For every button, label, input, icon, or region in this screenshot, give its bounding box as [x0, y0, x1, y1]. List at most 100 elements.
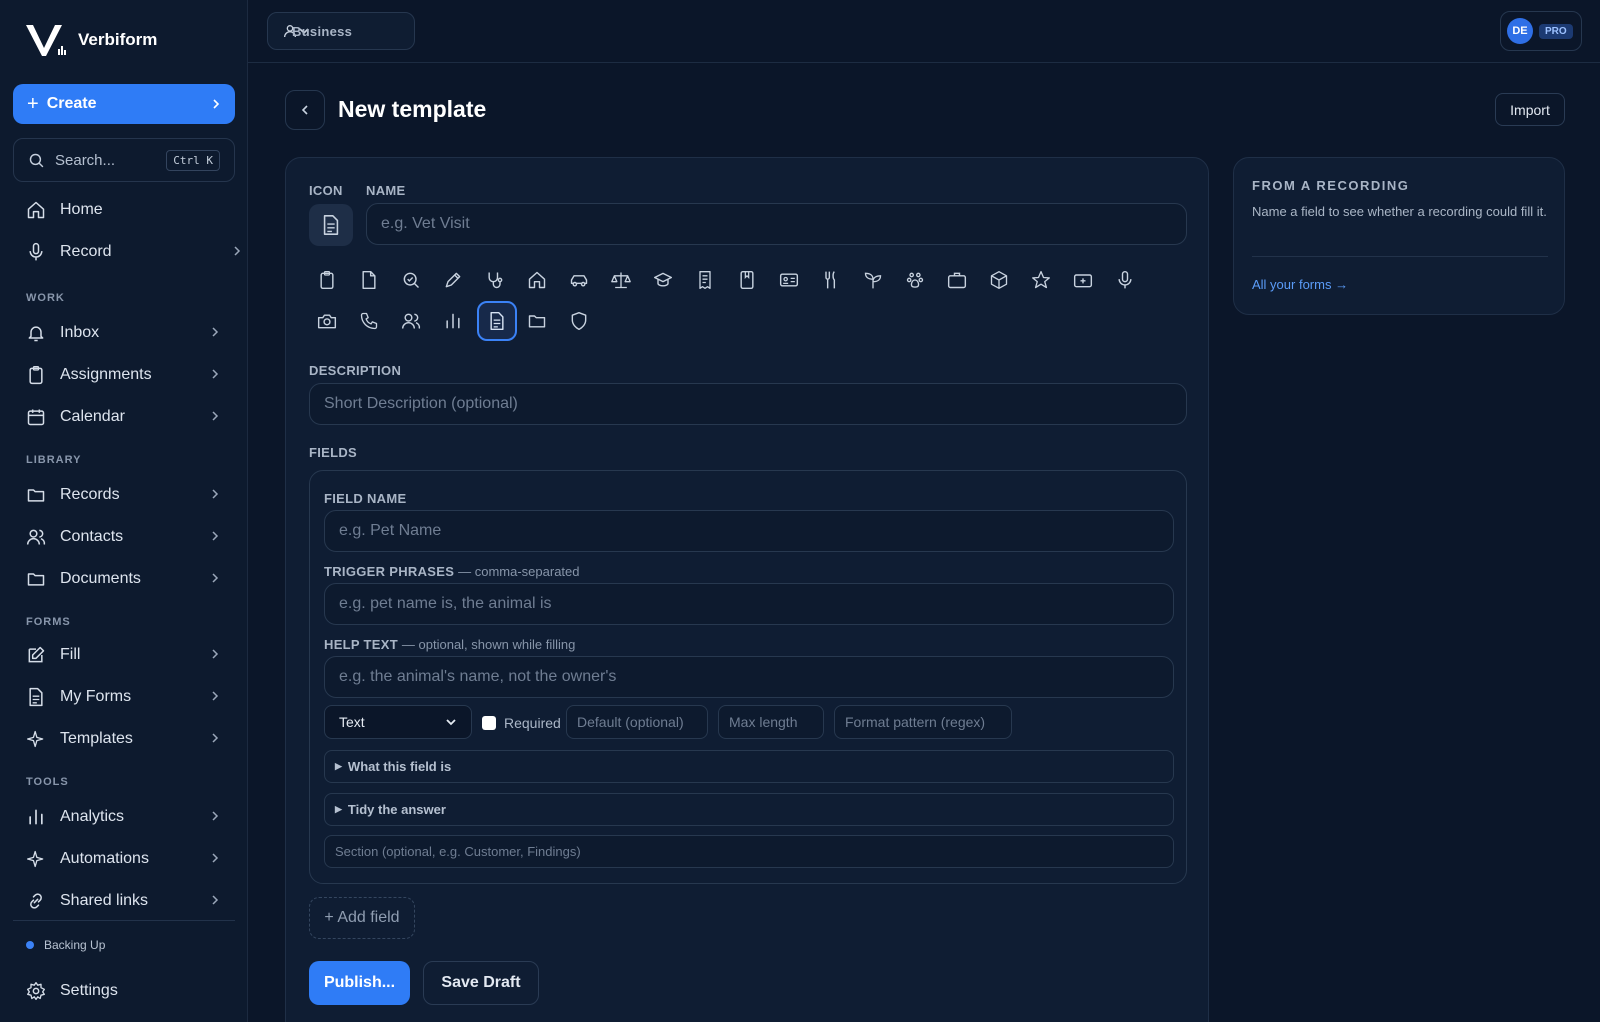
triangle-right-icon: ▶ — [335, 761, 342, 771]
chevron-right-icon — [213, 99, 220, 109]
section-library: LIBRARY — [26, 454, 82, 466]
icon-option-stethoscope[interactable] — [477, 262, 513, 298]
icon-option-id-card[interactable] — [771, 262, 807, 298]
max-length-input[interactable]: Max length — [718, 705, 824, 739]
help-text-input[interactable]: e.g. the animal's name, not the owner's — [324, 656, 1174, 698]
icon-option-microphone[interactable] — [1107, 262, 1143, 298]
publish-button[interactable]: Publish... — [309, 961, 410, 1005]
save-draft-button[interactable]: Save Draft — [423, 961, 539, 1005]
nav-templates-label: Templates — [60, 730, 133, 747]
default-value-input[interactable]: Default (optional) — [566, 705, 708, 739]
search-input[interactable]: Search... Ctrl K — [13, 138, 235, 182]
all-forms-link[interactable]: All your forms → — [1252, 277, 1348, 292]
icon-option-sprout[interactable] — [855, 262, 891, 298]
clipboard-icon — [29, 366, 43, 385]
nav-assignments[interactable]: Assignments — [26, 360, 226, 390]
users-icon — [401, 313, 421, 329]
import-button[interactable]: Import — [1495, 93, 1565, 126]
nav-records[interactable]: Records — [26, 480, 226, 510]
chevron-right-icon — [212, 411, 219, 421]
chevron-left-icon — [301, 105, 308, 115]
icon-option-pen[interactable] — [435, 262, 471, 298]
field-name-input[interactable]: e.g. Pet Name — [324, 510, 1174, 552]
nav-home[interactable]: Home — [26, 195, 226, 225]
nav-record[interactable]: Record — [26, 237, 241, 267]
workspace-switcher[interactable]: Business — [267, 12, 415, 50]
nav-my-forms[interactable]: My Forms — [26, 682, 226, 712]
icon-option-shield[interactable] — [561, 303, 597, 339]
sprout-icon — [864, 272, 882, 289]
description-input[interactable]: Short Description (optional) — [309, 383, 1187, 425]
icon-option-graduation-cap[interactable] — [645, 262, 681, 298]
add-field-button[interactable]: + Add field — [309, 897, 415, 939]
icon-option-star[interactable] — [1023, 262, 1059, 298]
icon-option-home[interactable] — [519, 262, 555, 298]
nav-contacts[interactable]: Contacts — [26, 522, 226, 552]
paw-icon — [906, 272, 924, 288]
icon-option-paw[interactable] — [897, 262, 933, 298]
folder-icon — [528, 315, 546, 328]
what-this-field-is-label: What this field is — [347, 759, 452, 774]
app-logo[interactable]: Verbiform — [24, 22, 157, 58]
from-recording-card: FROM A RECORDING Name a field to see whe… — [1233, 157, 1565, 315]
calendar-icon — [27, 409, 45, 426]
icon-option-bookmark[interactable] — [729, 262, 765, 298]
trigger-phrases-hint: — comma-separated — [458, 564, 580, 579]
receipt-icon — [699, 271, 711, 289]
template-name-input[interactable]: e.g. Vet Visit — [366, 203, 1187, 245]
checkbox-box[interactable] — [482, 716, 496, 730]
icon-option-receipt[interactable] — [687, 262, 723, 298]
help-text-hint: — optional, shown while filling — [401, 637, 576, 652]
section-forms: FORMS — [26, 616, 71, 628]
nav-calendar-label: Calendar — [60, 408, 125, 425]
icon-option-box[interactable] — [981, 262, 1017, 298]
star-icon — [1032, 271, 1050, 289]
section-input[interactable]: Section (optional, e.g. Customer, Findin… — [324, 835, 1174, 868]
phone-icon — [360, 312, 378, 330]
back-button[interactable] — [285, 90, 325, 130]
logo-icon — [26, 25, 66, 56]
icon-option-search[interactable] — [393, 262, 429, 298]
icon-option-camera[interactable] — [309, 303, 345, 339]
nav-documents[interactable]: Documents — [26, 564, 226, 594]
icon-option-medical-case[interactable] — [1065, 262, 1101, 298]
icon-option-bar-chart[interactable] — [435, 303, 471, 339]
icon-option-briefcase[interactable] — [939, 262, 975, 298]
nav-analytics[interactable]: Analytics — [26, 802, 226, 832]
icon-option-scale[interactable] — [603, 262, 639, 298]
microphone-icon — [29, 242, 43, 261]
trigger-phrases-input[interactable]: e.g. pet name is, the animal is — [324, 583, 1174, 625]
nav-calendar[interactable]: Calendar — [26, 402, 226, 432]
format-pattern-input[interactable]: Format pattern (regex) — [834, 705, 1012, 739]
nav-settings[interactable]: Settings — [26, 976, 226, 1006]
create-button[interactable]: + Create — [13, 84, 235, 124]
field-editor: FIELD NAME e.g. Pet Name TRIGGER PHRASES… — [309, 470, 1187, 884]
nav-inbox[interactable]: Inbox — [26, 318, 226, 348]
icon-option-users[interactable] — [393, 303, 429, 339]
nav-shared-links[interactable]: Shared links — [26, 886, 226, 916]
icon-option-utensils[interactable] — [813, 262, 849, 298]
template-form: ICON NAME e.g. Vet Visit DESCRIPTION Sho… — [285, 157, 1209, 1022]
field-type-select[interactable]: Text — [324, 705, 472, 739]
icon-option-car[interactable] — [561, 262, 597, 298]
required-checkbox[interactable]: Required — [482, 715, 561, 731]
nav-automations[interactable]: Automations — [26, 844, 226, 874]
selected-icon-preview[interactable] — [309, 204, 353, 246]
user-menu[interactable]: DE PRO — [1500, 11, 1582, 51]
help-text-label: HELP TEXT — optional, shown while fillin… — [324, 637, 575, 652]
icon-option-document[interactable] — [477, 301, 517, 341]
nav-templates[interactable]: Templates — [26, 724, 226, 754]
chevron-right-icon — [212, 489, 219, 499]
graduation-cap-icon — [653, 272, 673, 287]
icon-option-clipboard[interactable] — [309, 262, 345, 298]
chevron-right-icon — [212, 691, 219, 701]
chevron-right-icon — [212, 573, 219, 583]
icon-option-file[interactable] — [351, 262, 387, 298]
nav-fill[interactable]: Fill — [26, 640, 226, 670]
car-icon — [570, 275, 588, 287]
plus-icon: + — [27, 93, 39, 115]
what-this-field-is-toggle[interactable]: ▶ What this field is — [324, 750, 1174, 783]
tidy-the-answer-toggle[interactable]: ▶ Tidy the answer — [324, 793, 1174, 826]
icon-option-folder[interactable] — [519, 303, 555, 339]
icon-option-phone[interactable] — [351, 303, 387, 339]
